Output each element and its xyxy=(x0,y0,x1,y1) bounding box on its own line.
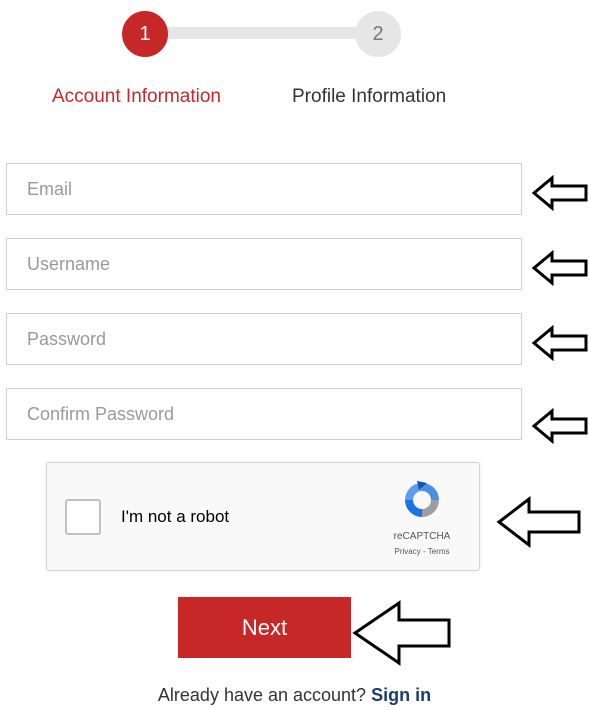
arrow-left-icon xyxy=(532,408,588,444)
step-2-number: 2 xyxy=(372,22,384,45)
signin-prompt-text: Already have an account? xyxy=(157,685,367,705)
arrow-left-icon xyxy=(532,250,588,286)
signin-prompt: Already have an account? Sign in xyxy=(0,685,589,706)
step-2-label: Profile Information xyxy=(292,86,447,107)
stepper-connector xyxy=(160,27,380,39)
username-field[interactable] xyxy=(6,238,522,290)
arrow-left-icon xyxy=(532,175,588,211)
arrow-left-icon xyxy=(532,325,588,361)
recaptcha-checkbox[interactable] xyxy=(65,499,101,535)
recaptcha-widget: I'm not a robot reCAPTCHA Privacy - Term… xyxy=(46,462,480,571)
progress-stepper: 1 2 Account Information Profile Informat… xyxy=(0,0,589,120)
step-1-label: Account Information xyxy=(52,86,221,107)
next-button[interactable]: Next xyxy=(178,597,351,658)
recaptcha-logo-icon xyxy=(401,479,443,521)
step-1-indicator: 1 xyxy=(122,11,168,57)
recaptcha-brand: reCAPTCHA xyxy=(393,531,451,542)
recaptcha-label: I'm not a robot xyxy=(121,507,230,526)
arrow-left-icon xyxy=(352,600,452,666)
recaptcha-links[interactable]: Privacy - Terms xyxy=(367,547,477,556)
signin-link[interactable]: Sign in xyxy=(371,685,431,705)
password-field[interactable] xyxy=(6,313,522,365)
confirm-password-field[interactable] xyxy=(6,388,522,440)
step-1-number: 1 xyxy=(139,22,151,45)
arrow-left-icon xyxy=(496,496,582,548)
step-2-indicator: 2 xyxy=(355,11,401,57)
email-field[interactable] xyxy=(6,163,522,215)
